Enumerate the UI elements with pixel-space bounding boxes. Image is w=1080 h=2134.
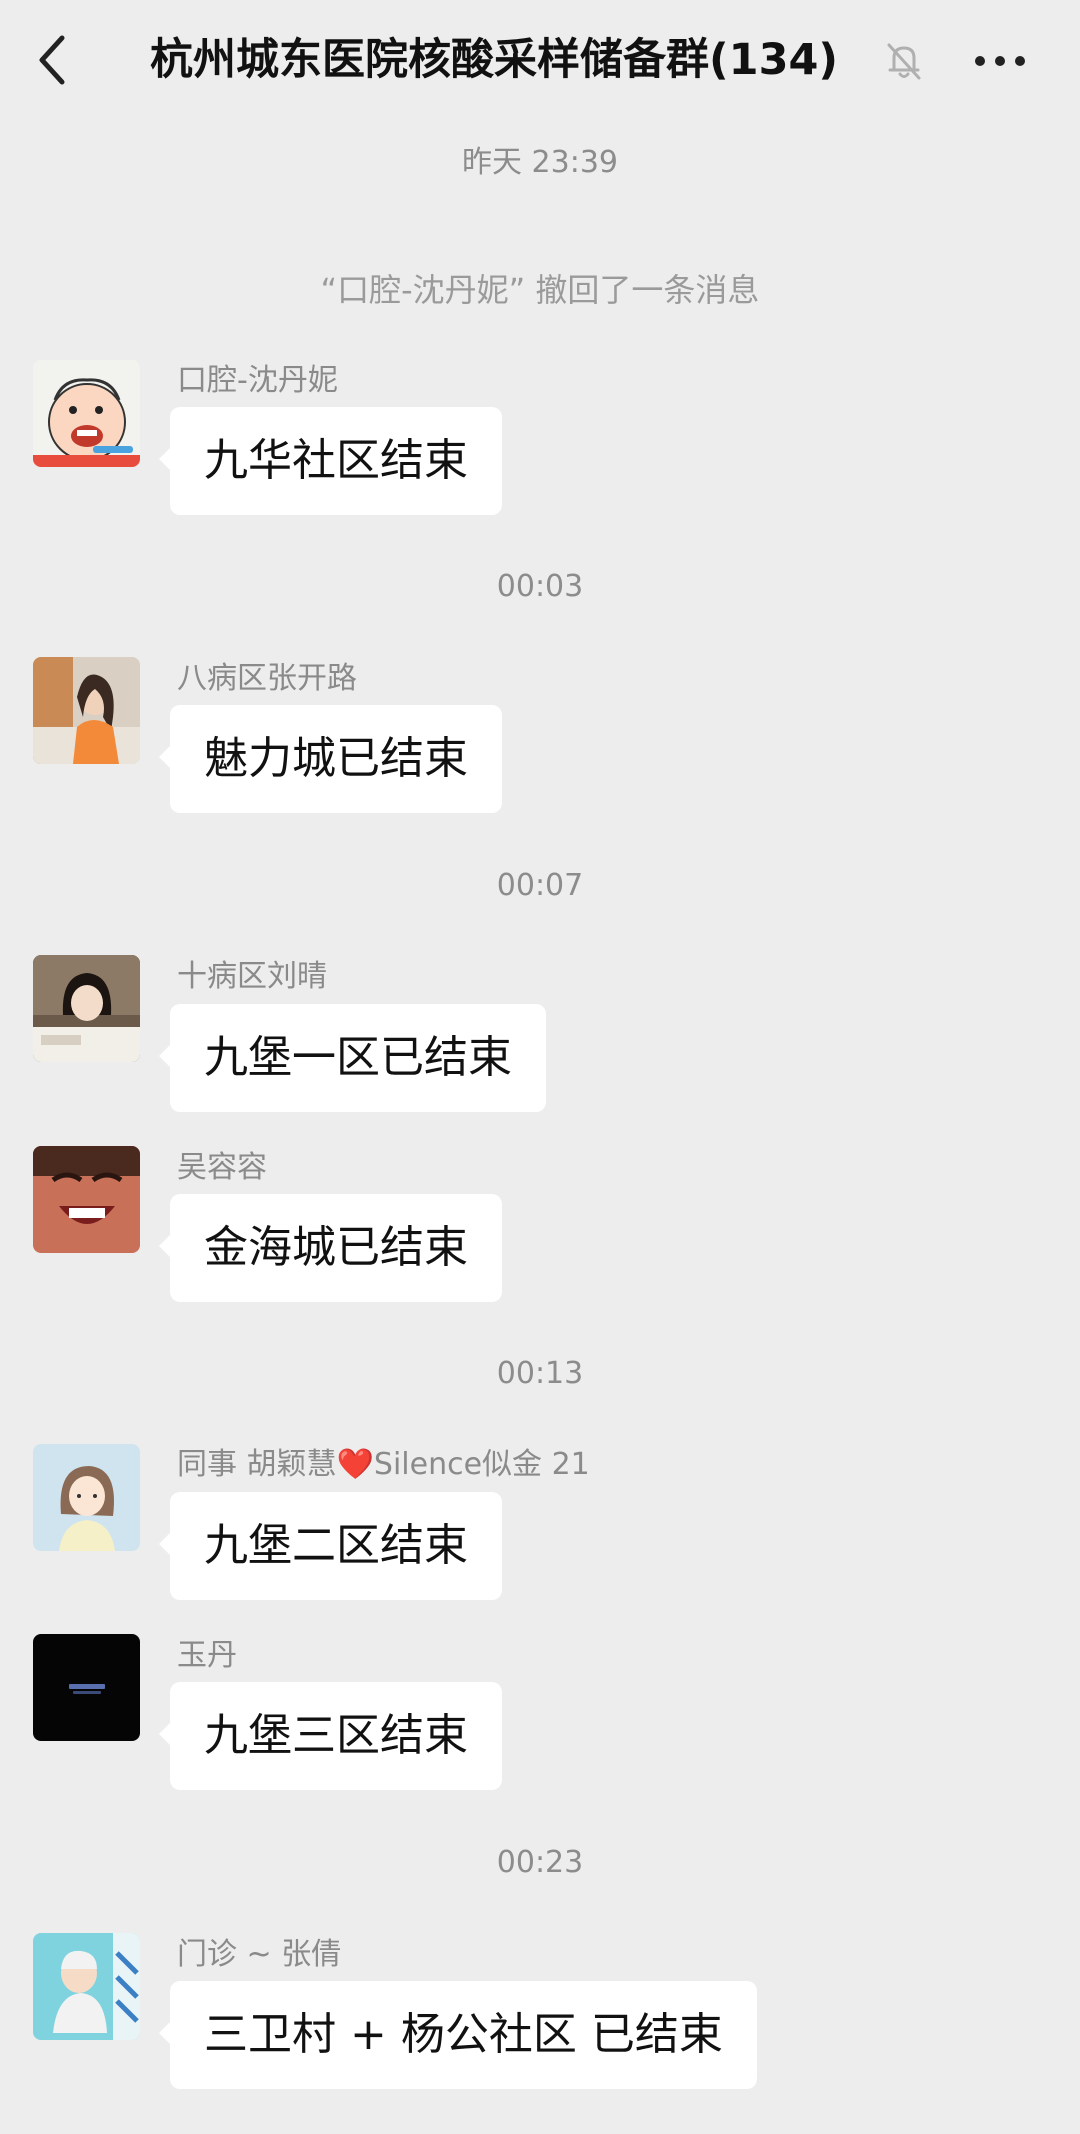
timestamp: 00:07 <box>496 868 584 903</box>
sender-name-suffix: Silence似金 21 <box>373 1447 590 1482</box>
message-bubble[interactable]: 金海城已结束 <box>159 1194 502 1302</box>
message-bubble[interactable]: 九堡二区结束 <box>159 1492 502 1600</box>
timestamp: 00:13 <box>496 1356 584 1391</box>
more-button[interactable] <box>972 42 1028 80</box>
top-bar: 杭州城东医院核酸采样储备群(134) <box>0 0 1080 122</box>
avatar[interactable] <box>33 657 140 764</box>
sender-name: 十病区刘晴 <box>177 959 327 994</box>
back-button[interactable] <box>30 28 80 92</box>
recall-notice: “口腔-沈丹妮” 撤回了一条消息 <box>320 271 760 309</box>
timestamp: 00:03 <box>496 569 584 604</box>
avatar[interactable] <box>33 1146 140 1253</box>
bell-off-icon <box>884 40 924 82</box>
sender-name: 口腔-沈丹妮 <box>177 363 338 398</box>
avatar[interactable] <box>33 1933 140 2040</box>
message-bubble[interactable]: 九堡一区已结束 <box>159 1004 546 1112</box>
sender-name: 门诊 ~ 张倩 <box>177 1937 342 1972</box>
chat-title: 杭州城东医院核酸采样储备群(134) <box>150 35 839 85</box>
avatar[interactable] <box>33 1444 140 1551</box>
sender-name: 同事 胡颖慧❤️Silence似金 21 <box>177 1446 590 1484</box>
timestamp: 00:23 <box>496 1845 584 1880</box>
chevron-left-icon <box>39 35 65 85</box>
avatar[interactable] <box>33 955 140 1062</box>
message-bubble[interactable]: 九华社区结束 <box>159 407 502 515</box>
more-dots-icon <box>975 56 1025 66</box>
sender-name: 吴容容 <box>177 1150 267 1185</box>
sender-name: 玉丹 <box>177 1638 237 1673</box>
message-bubble[interactable]: 九堡三区结束 <box>159 1682 502 1790</box>
message-bubble[interactable]: 三卫村 + 杨公社区 已结束 <box>159 1981 757 2089</box>
avatar[interactable] <box>33 360 140 467</box>
message-bubble[interactable]: 魅力城已结束 <box>159 705 502 813</box>
avatar[interactable] <box>33 1634 140 1741</box>
sender-name: 八病区张开路 <box>177 661 357 696</box>
sender-name-prefix: 同事 胡颖慧 <box>177 1447 337 1482</box>
timestamp: 昨天 23:39 <box>462 145 618 180</box>
heart-icon: ❤️ <box>336 1447 374 1482</box>
